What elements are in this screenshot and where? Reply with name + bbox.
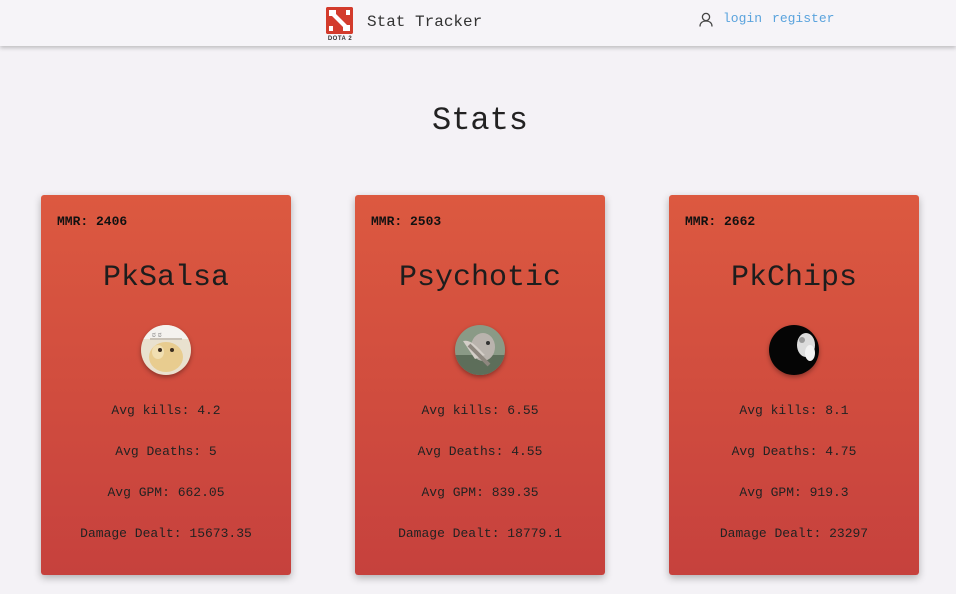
avg-deaths: Avg Deaths: 5 — [115, 444, 217, 459]
user-icon — [699, 12, 713, 27]
auth-links: login register — [699, 11, 844, 27]
dota2-logo-icon[interactable]: DOTA 2 — [324, 7, 356, 43]
avg-gpm: Avg GPM: 662.05 — [107, 485, 225, 500]
logo-text: DOTA 2 — [327, 36, 353, 42]
player-name: PkChips — [730, 261, 858, 295]
avg-kills: Avg kills: 6.55 — [421, 403, 539, 418]
player-name: PkSalsa — [102, 261, 230, 295]
player-card: MMR: 2503 Psychotic Avg kills: 6.55 Avg … — [355, 195, 605, 575]
avg-deaths: Avg Deaths: 4.75 — [731, 444, 857, 459]
brand[interactable]: DOTA 2 Stat Tracker — [324, 7, 482, 43]
brand-name[interactable]: Stat Tracker — [367, 13, 482, 31]
avg-deaths: Avg Deaths: 4.55 — [417, 444, 543, 459]
player-card: MMR: 2662 PkChips Avg kills: 8.1 Avg Dea… — [669, 195, 919, 575]
avg-gpm: Avg GPM: 919.3 — [739, 485, 849, 500]
player-name: Psychotic — [398, 261, 562, 295]
login-link[interactable]: login — [723, 11, 762, 27]
mmr-label: MMR: 2406 — [57, 214, 128, 229]
register-link[interactable]: register — [772, 11, 834, 27]
damage-dealt: Damage Dealt: 23297 — [719, 526, 869, 541]
mmr-label: MMR: 2503 — [371, 214, 442, 229]
player-card: MMR: 2406 PkSalsa ಠ ಠ Avg kills: 4.2 Avg… — [41, 195, 291, 575]
player-avatar — [455, 325, 505, 375]
svg-text:ಠ ಠ: ಠ ಠ — [152, 331, 162, 339]
player-avatar — [769, 325, 819, 375]
player-avatar: ಠ ಠ — [141, 325, 191, 375]
damage-dealt: Damage Dealt: 18779.1 — [398, 526, 562, 541]
page-title: Stats — [431, 102, 528, 139]
mmr-label: MMR: 2662 — [685, 214, 756, 229]
navbar: DOTA 2 Stat Tracker login register — [0, 0, 956, 46]
avg-kills: Avg kills: 4.2 — [111, 403, 221, 418]
avg-kills: Avg kills: 8.1 — [739, 403, 849, 418]
damage-dealt: Damage Dealt: 15673.35 — [80, 526, 252, 541]
avg-gpm: Avg GPM: 839.35 — [421, 485, 539, 500]
